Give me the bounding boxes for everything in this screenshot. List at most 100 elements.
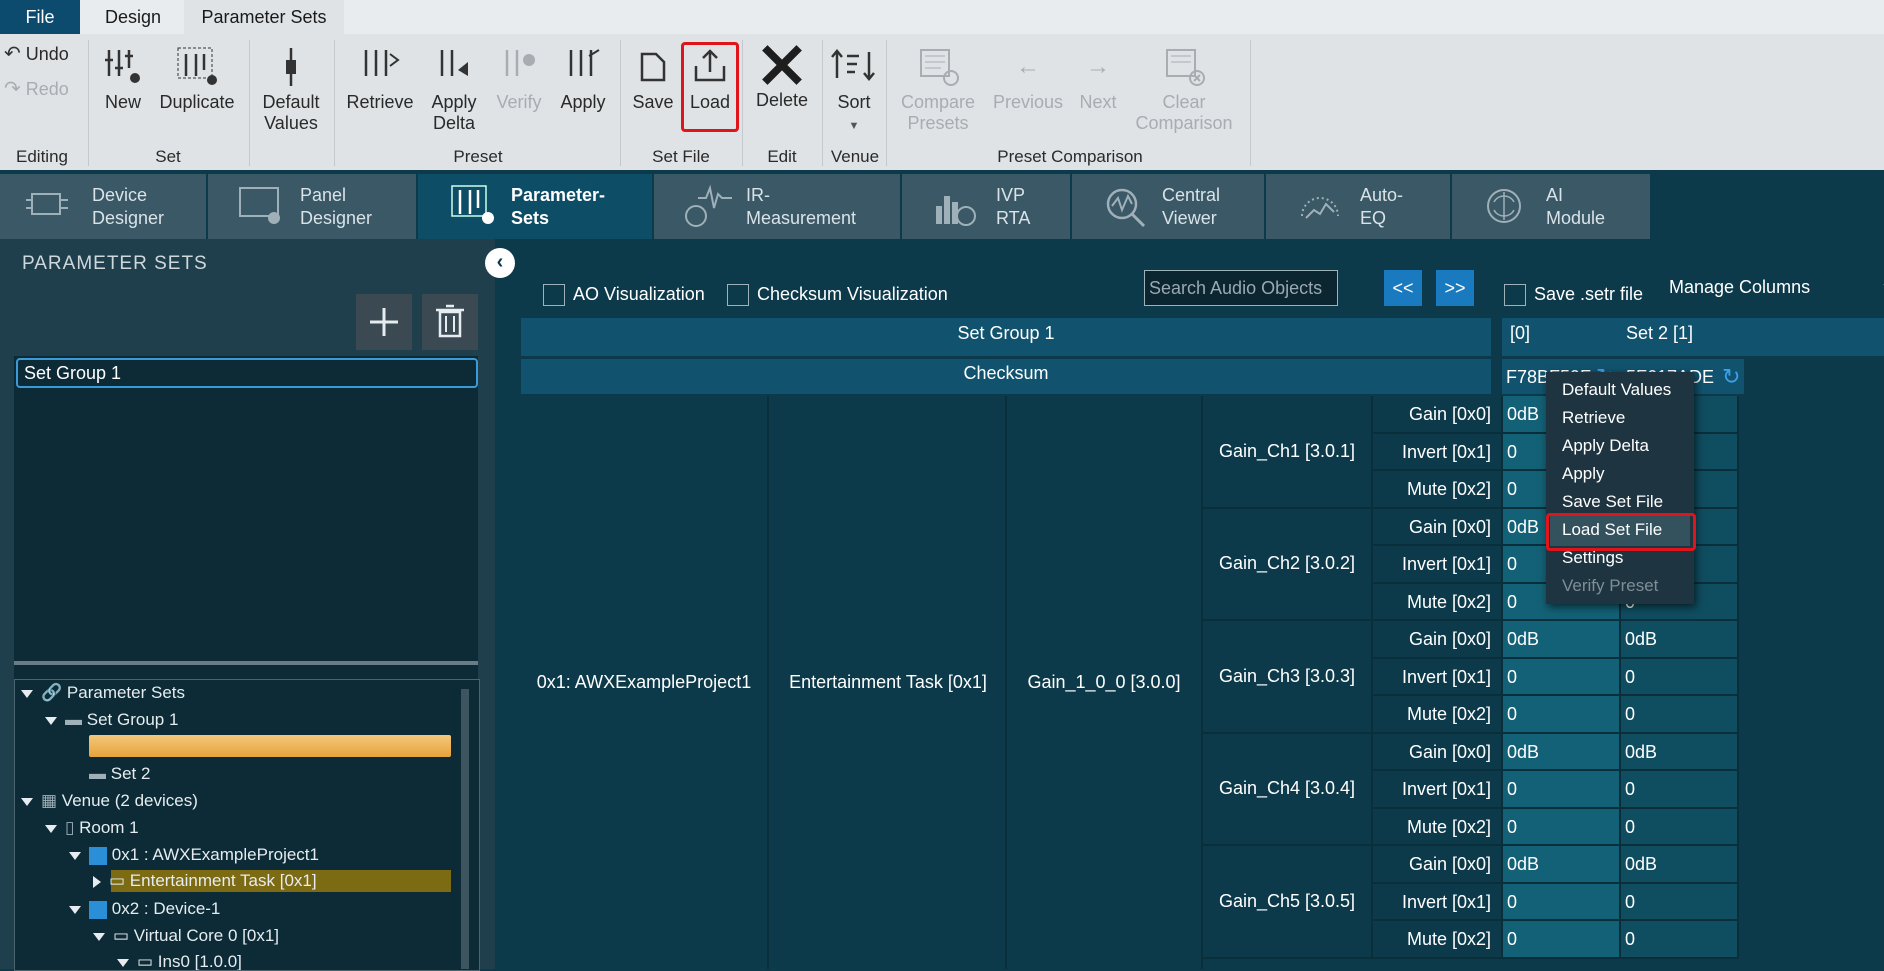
tree-node-set-2[interactable]: ▬ Set 2 (89, 761, 150, 787)
tab-ai-module[interactable]: AI Module (1452, 174, 1650, 239)
tree-scrollbar[interactable] (461, 689, 469, 969)
previous-button[interactable]: ← Previous (990, 46, 1066, 113)
parameter-sets-panel: PARAMETER SETS Set Group 1 🔗 Parameter S… (0, 239, 495, 971)
value-cell-set-0[interactable]: 0 (1503, 921, 1621, 959)
value-cell-set-0[interactable]: 0dB (1503, 846, 1621, 884)
parameter-name-cell: Gain [0x0] (1373, 621, 1503, 659)
scroll-right-button[interactable]: >> (1436, 270, 1474, 306)
clear-comparison-icon (1166, 49, 1205, 86)
ctx-apply[interactable]: Apply (1562, 464, 1605, 484)
tab-device-designer[interactable]: Device Designer (0, 174, 206, 239)
menu-design[interactable]: Design (83, 0, 183, 34)
value-cell-set-1[interactable]: 0 (1621, 883, 1739, 921)
tab-ir-measurement[interactable]: IR- Measurement (654, 174, 900, 239)
parameter-name-cell: Gain [0x0] (1373, 733, 1503, 771)
ctx-apply-delta[interactable]: Apply Delta (1562, 436, 1649, 456)
highlight-load (681, 42, 739, 132)
tree-node-room-1[interactable]: ▯ Room 1 (45, 815, 139, 841)
tab-parameter-sets[interactable]: Parameter- Sets (418, 174, 652, 239)
default-values-button[interactable]: Default Values (258, 46, 324, 134)
value-cell-set-1[interactable]: 0dB (1621, 846, 1739, 884)
tree-node-device-1[interactable]: 0x1 : AWXExampleProject1 (69, 842, 319, 868)
column-header-0[interactable]: [0] (1502, 318, 1626, 356)
delete-button[interactable]: Delete (750, 44, 814, 111)
new-set-button[interactable]: New (97, 46, 149, 113)
value-cell-set-1[interactable]: 0 (1621, 808, 1739, 846)
redo-button[interactable]: ↷ Redo (4, 79, 78, 100)
apply-delta-button[interactable]: Apply Delta (424, 46, 484, 134)
retrieve-button[interactable]: Retrieve (346, 46, 414, 113)
collapse-panel-button[interactable]: ‹ (485, 248, 515, 278)
value-cell-set-0[interactable]: 0dB (1503, 621, 1621, 659)
parameter-name-cell: Mute [0x2] (1373, 696, 1503, 734)
value-cell-set-1[interactable]: 0 (1621, 696, 1739, 734)
group-label-set-file: Set File (652, 147, 710, 166)
verify-button[interactable]: Verify (492, 46, 546, 113)
tree-node-device-2[interactable]: 0x2 : Device-1 (69, 896, 220, 922)
value-cell-set-0[interactable]: 0 (1503, 696, 1621, 734)
ao-visualization-checkbox[interactable] (543, 284, 565, 306)
tab-ivp-rta[interactable]: IVP RTA (902, 174, 1070, 239)
column-header-1[interactable]: Set 2 [1] (1622, 318, 1884, 356)
ctx-save-set-file[interactable]: Save Set File (1562, 492, 1663, 512)
tree-node-selected-set[interactable] (89, 735, 451, 757)
tree-node-venue[interactable]: ▦ Venue (2 devices) (21, 788, 198, 814)
ctx-retrieve[interactable]: Retrieve (1562, 408, 1625, 428)
value-cell-set-1[interactable]: 0dB (1621, 621, 1739, 659)
next-button[interactable]: → Next (1074, 46, 1122, 113)
sort-icon (831, 49, 875, 81)
value-cell-set-0[interactable]: 0 (1503, 883, 1621, 921)
value-cell-set-1[interactable]: 0 (1621, 771, 1739, 809)
sort-button[interactable]: Sort ▼ (826, 46, 882, 137)
add-set-button[interactable] (356, 294, 412, 350)
scroll-left-button[interactable]: << (1384, 270, 1422, 306)
checksum-visualization-checkbox[interactable] (727, 284, 749, 306)
menu-file[interactable]: File (0, 0, 80, 34)
save-button[interactable]: Save (628, 46, 678, 113)
search-audio-objects-input[interactable]: Search Audio Objects (1144, 270, 1338, 306)
tab-central-viewer[interactable]: Central Viewer (1072, 174, 1264, 239)
delete-x-icon (762, 45, 802, 85)
tab-panel-designer[interactable]: Panel Designer (208, 174, 416, 239)
clear-comparison-button[interactable]: Clear Comparison (1132, 46, 1236, 134)
value-cell-set-1[interactable]: 0dB (1621, 733, 1739, 771)
expand-icon (21, 797, 33, 806)
trash-icon (436, 304, 464, 338)
ctx-default-values[interactable]: Default Values (1562, 380, 1671, 400)
value-cell-set-0[interactable]: 0 (1503, 658, 1621, 696)
value-cell-set-0[interactable]: 0dB (1503, 733, 1621, 771)
duplicate-set-button[interactable]: Duplicate (156, 46, 238, 113)
central-viewer-icon (1106, 188, 1146, 228)
undo-button[interactable]: ↶ Undo (4, 44, 78, 65)
duplicate-icon (177, 47, 217, 85)
tree-node-ins0[interactable]: ▭ Ins0 [1.0.0] (117, 949, 242, 970)
value-cell-set-0[interactable]: 0 (1503, 808, 1621, 846)
panel-splitter[interactable] (14, 661, 478, 665)
value-cell-set-0[interactable]: 0 (1503, 771, 1621, 809)
ctx-verify-preset[interactable]: Verify Preset (1562, 576, 1658, 596)
parameter-name-cell: Gain [0x0] (1373, 846, 1503, 884)
redo-icon: ↷ (4, 78, 21, 100)
ribbon: ↶ Undo ↷ Redo Editing New Duplicate Set … (0, 34, 1884, 170)
manage-columns-dropdown[interactable]: Manage Columns ▼ (1663, 271, 1884, 303)
tree-node-virtual-core[interactable]: ▭ Virtual Core 0 [0x1] (93, 923, 279, 949)
delete-set-button[interactable] (422, 294, 478, 350)
apply-button[interactable]: Apply (554, 46, 612, 113)
set-group-name-input[interactable]: Set Group 1 (16, 358, 478, 388)
tab-auto-eq[interactable]: Auto- EQ (1266, 174, 1450, 239)
parameter-name-cell: Gain [0x0] (1373, 396, 1503, 434)
refresh-icon[interactable]: ↻ (1722, 364, 1740, 390)
tree-node-set-group-1[interactable]: ▬ Set Group 1 (45, 707, 178, 733)
tree-node-entertainment-task[interactable]: ▭ Entertainment Task [0x1] (93, 868, 317, 894)
undo-icon: ↶ (4, 43, 21, 65)
tree-node-parameter-sets[interactable]: 🔗 Parameter Sets (21, 680, 185, 706)
menu-parameter-sets[interactable]: Parameter Sets (184, 0, 344, 34)
set-icon: ▬ (65, 710, 82, 729)
panel-title: PARAMETER SETS (22, 253, 208, 274)
ctx-settings[interactable]: Settings (1562, 548, 1623, 568)
device-icon (89, 900, 107, 919)
compare-presets-button[interactable]: Compare Presets (898, 46, 978, 134)
save-setr-checkbox[interactable] (1504, 284, 1526, 306)
value-cell-set-1[interactable]: 0 (1621, 921, 1739, 959)
value-cell-set-1[interactable]: 0 (1621, 658, 1739, 696)
